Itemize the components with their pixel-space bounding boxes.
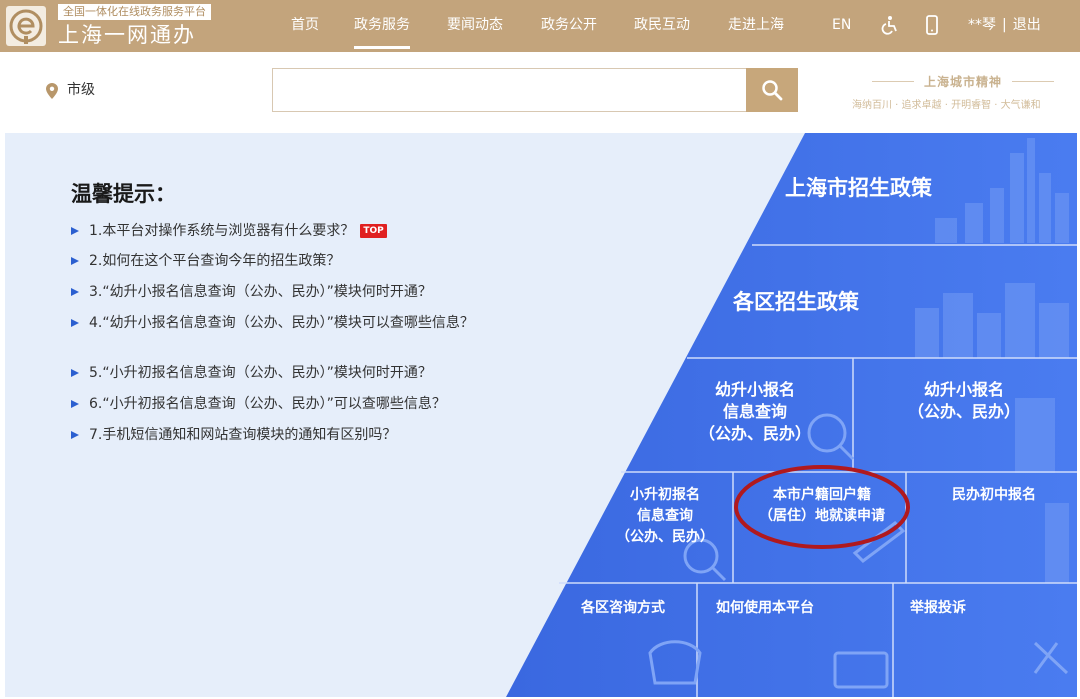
platform-title[interactable]: 上海一网通办: [58, 22, 196, 48]
user-area: **琴 | 退出: [968, 15, 1041, 35]
nav-news[interactable]: 要闻动态: [447, 15, 503, 35]
main-panel: 温馨提示： 1.本平台对操作系统与浏览器有什么要求？ TOP 2.如何在这个平台查…: [5, 133, 1077, 697]
search-icon: [762, 80, 783, 101]
tile-k1-query[interactable]: 幼升小报名 信息查询 （公办、民办）: [680, 379, 830, 445]
tile-p6-query-line2: 信息查询: [637, 508, 693, 524]
tile-hukou-apply-line2: （居住）地就读申请: [759, 508, 885, 524]
user-name[interactable]: **琴: [968, 17, 996, 33]
top-header: 全国一体化在线政务服务平台 上海一网通办 首页 政务服务 要闻动态 政务公开 政…: [0, 0, 1080, 52]
tile-city-policy[interactable]: 上海市招生政策: [785, 175, 932, 201]
tile-k1-register-line2: （公办、民办）: [907, 402, 1020, 421]
tile-p6-query-line3: （公办、民办）: [616, 529, 714, 545]
logout-link[interactable]: 退出: [1013, 17, 1041, 33]
nav-interaction[interactable]: 政民互动: [634, 15, 690, 35]
tile-howto[interactable]: 如何使用本平台: [716, 598, 814, 619]
nav-about-shanghai[interactable]: 走进上海: [728, 15, 784, 35]
search-field: [272, 68, 746, 112]
search-input[interactable]: [273, 69, 746, 111]
nav-gov-services[interactable]: 政务服务: [354, 15, 410, 49]
accessibility-icon[interactable]: [878, 14, 900, 36]
tile-k1-query-line3: （公办、民办）: [698, 424, 811, 443]
tile-p6-query[interactable]: 小升初报名 信息查询 （公办、民办）: [595, 485, 735, 548]
location-pin-icon: [46, 83, 58, 99]
search-button[interactable]: [746, 68, 798, 112]
user-separator: |: [1002, 17, 1007, 33]
tile-k1-register[interactable]: 幼升小报名 （公办、民办）: [889, 379, 1039, 423]
location-selector[interactable]: 市级: [67, 80, 95, 100]
tile-district-policy[interactable]: 各区招生政策: [733, 289, 859, 315]
mobile-icon[interactable]: [921, 14, 943, 36]
nav-english[interactable]: EN: [832, 15, 851, 35]
platform-subtitle: 全国一体化在线政务服务平台: [58, 4, 211, 20]
nav-gov-public[interactable]: 政务公开: [541, 15, 597, 35]
tile-k1-query-line1: 幼升小报名: [714, 380, 795, 399]
tile-k1-query-line2: 信息查询: [722, 402, 787, 421]
tile-report[interactable]: 举报投诉: [910, 598, 966, 619]
tile-contact[interactable]: 各区咨询方式: [581, 598, 665, 619]
nav-home[interactable]: 首页: [291, 15, 319, 35]
logo-icon[interactable]: [6, 6, 46, 46]
city-spirit-words: 海纳百川 · 追求卓越 · 开明睿智 · 大气谦和: [852, 100, 1041, 111]
tile-hukou-apply[interactable]: 本市户籍回户籍 （居住）地就读申请: [747, 485, 897, 527]
tile-p6-query-line1: 小升初报名: [630, 487, 700, 503]
tile-private-middle[interactable]: 民办初中报名: [935, 485, 1053, 506]
spirit-divider-right: [1012, 81, 1054, 82]
tile-hukou-apply-line1: 本市户籍回户籍: [773, 487, 871, 503]
tile-k1-register-line1: 幼升小报名: [923, 380, 1004, 399]
